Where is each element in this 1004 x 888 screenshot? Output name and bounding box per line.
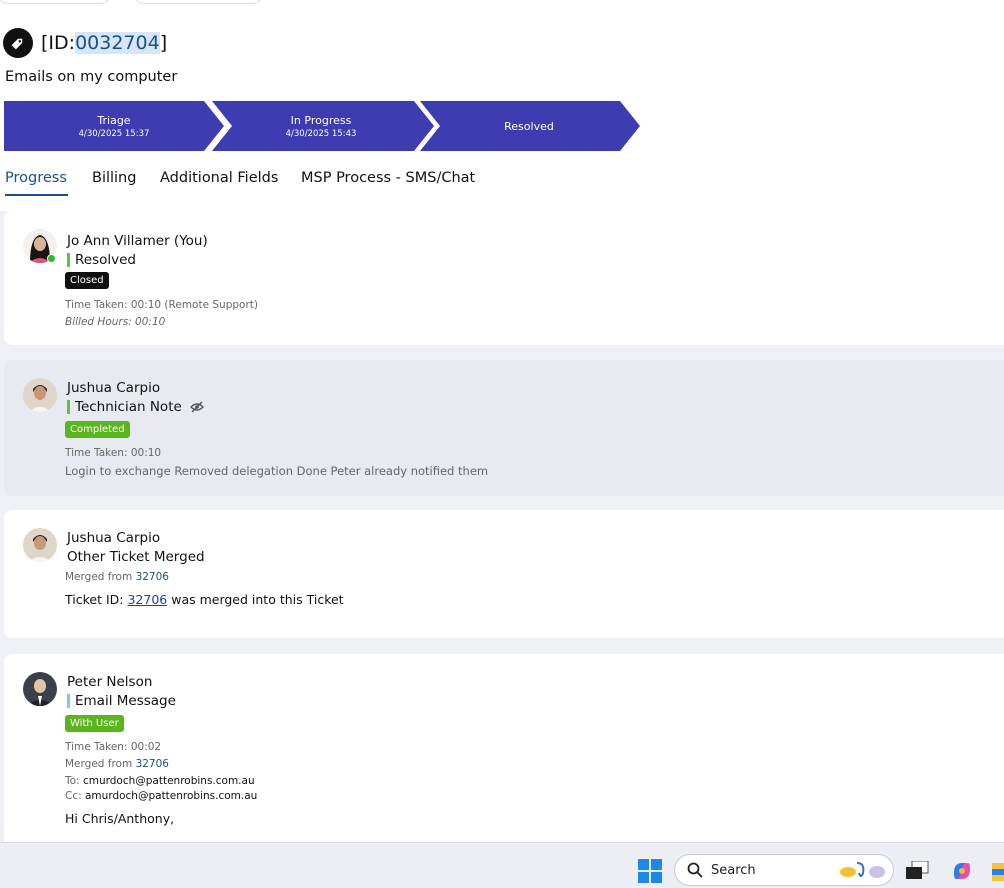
avatar [23, 672, 57, 706]
search-placeholder: Search [711, 862, 756, 878]
billed-hours: Billed Hours: 00:10 [65, 316, 166, 328]
avatar [23, 528, 57, 562]
progress-feed: Jo Ann Villamer (You) Resolved Closed Ti… [0, 211, 1004, 842]
feed-item: Peter Nelson Email Message With User Tim… [4, 654, 1004, 842]
status-badge: Closed [65, 272, 109, 289]
windows-taskbar: Search [0, 842, 1004, 888]
stage-triage[interactable]: Triage 4/30/2025 15:37 [4, 101, 224, 151]
file-explorer-icon[interactable] [992, 859, 1004, 887]
ticket-app: [ID:0032704] Emails on my computer Triag… [0, 0, 1004, 842]
author-name: Jushua Carpio [67, 530, 161, 546]
search-highlight-icon [839, 859, 887, 881]
tab-billing[interactable]: Billing [92, 170, 136, 196]
stage-resolved[interactable]: Resolved [428, 101, 630, 151]
status-badge: With User [65, 715, 124, 732]
email-greeting: Hi Chris/Anthony, [65, 811, 175, 826]
ticket-link[interactable]: 32706 [127, 592, 167, 607]
merged-ticket-link[interactable]: 32706 [136, 571, 169, 583]
hidden-eye-icon [189, 401, 204, 413]
ticket-title: [ID:0032704] [41, 32, 168, 54]
entry-type: Email Message [67, 693, 176, 709]
entry-type: Technician Note [67, 399, 204, 415]
time-taken: Time Taken: 00:10 (Remote Support) [65, 299, 258, 311]
search-icon [687, 862, 703, 878]
entry-type: Other Ticket Merged [67, 549, 205, 565]
author-name: Jushua Carpio [67, 380, 161, 396]
author-name: Jo Ann Villamer (You) [67, 233, 208, 249]
note-text: Login to exchange Removed delegation Don… [65, 464, 489, 478]
windows-start-icon[interactable] [638, 859, 662, 887]
merge-body: Ticket ID: 32706 was merged into this Ti… [65, 592, 344, 607]
status-pipeline: Triage 4/30/2025 15:37 In Progress 4/30/… [4, 101, 644, 151]
ticket-id: 0032704 [75, 32, 160, 54]
task-view-icon[interactable] [906, 860, 930, 885]
ticket-subject: Emails on my computer [5, 69, 178, 85]
entry-type: Resolved [67, 252, 136, 268]
tab-msp-process[interactable]: MSP Process - SMS/Chat [301, 170, 475, 196]
time-taken: Time Taken: 00:10 [65, 447, 162, 459]
toolbar-button-2[interactable] [132, 0, 264, 4]
stage-in-progress[interactable]: In Progress 4/30/2025 15:43 [214, 101, 428, 151]
online-status-dot [47, 254, 56, 263]
ticket-tag-icon [3, 28, 33, 58]
avatar [23, 378, 57, 412]
email-to: To: cmurdoch@pattenrobins.com.au [65, 775, 255, 787]
author-name: Peter Nelson [67, 674, 153, 690]
feed-item: Jushua Carpio Other Ticket Merged Merged… [4, 510, 1004, 638]
email-cc: Cc: amurdoch@pattenrobins.com.au [65, 790, 258, 802]
toolbar-button-1[interactable] [0, 0, 112, 4]
merged-from: Merged from 32706 [65, 571, 169, 583]
tab-progress[interactable]: Progress [5, 170, 68, 196]
merged-ticket-link[interactable]: 32706 [136, 758, 169, 770]
feed-item: Jo Ann Villamer (You) Resolved Closed Ti… [4, 211, 1004, 345]
taskbar-search[interactable]: Search [674, 854, 894, 886]
tab-additional-fields[interactable]: Additional Fields [160, 170, 278, 196]
merged-from: Merged from 32706 [65, 758, 169, 770]
feed-item: Jushua Carpio Technician Note Completed … [4, 360, 1004, 496]
ticket-header: [ID:0032704] [3, 28, 167, 58]
status-badge: Completed [65, 421, 130, 438]
copilot-icon[interactable] [950, 859, 974, 887]
time-taken: Time Taken: 00:02 [65, 741, 162, 753]
